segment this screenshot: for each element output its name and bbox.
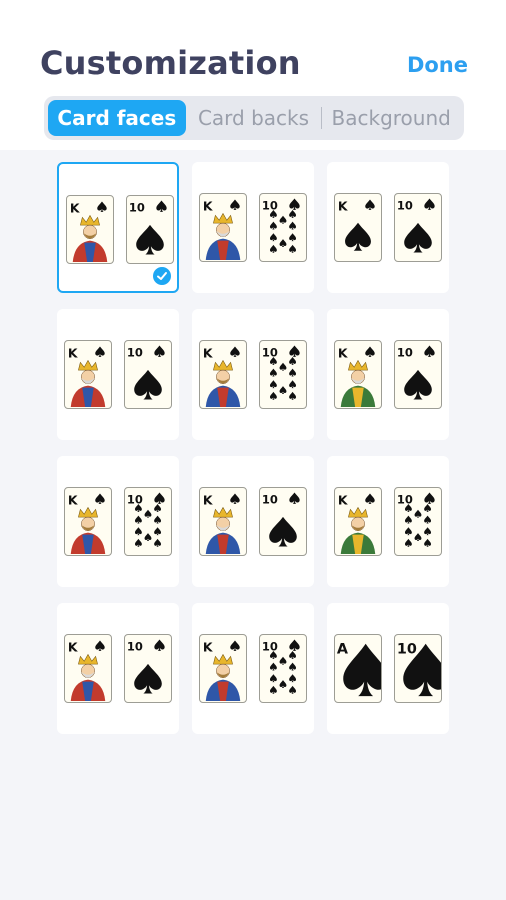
card-face-option[interactable]: K 10 [192,162,314,293]
svg-text:K: K [203,345,214,360]
card-face-option[interactable]: K 10 [57,456,179,587]
card-pair-preview: A 10 [334,634,442,704]
card-pair-preview: K 10 [199,634,307,704]
card-preview-k-of-spades: K [199,487,247,556]
svg-text:K: K [338,198,349,213]
card-preview-10-of-spades: 10 [259,193,307,262]
card-pair-preview: K 10 [199,193,307,263]
svg-text:10: 10 [397,492,413,506]
card-pair-preview: K 10 [64,340,172,410]
card-preview-k-of-spades: K [64,487,112,556]
card-face-option[interactable]: K 10 [327,309,449,440]
tab-bar: Card faces Card backs Background [44,96,464,140]
card-preview-10-of-spades: 10 [124,340,172,409]
card-preview-k-of-spades: K [199,193,247,262]
card-pair-preview: K 10 [199,487,307,557]
selected-check-icon [151,265,173,287]
svg-text:10: 10 [127,639,143,653]
card-face-option[interactable]: K 10 [192,309,314,440]
svg-text:K: K [203,492,214,507]
card-preview-k-of-spades: K [334,487,382,556]
svg-text:K: K [68,639,79,654]
card-pair-preview: K 10 [64,634,172,704]
card-preview-k-of-spades: K [199,634,247,703]
svg-text:10: 10 [127,492,143,506]
card-preview-10-of-spades: 10 [126,195,174,264]
card-preview-10-of-spades: 10 [394,487,442,556]
card-face-option[interactable]: K 10 [192,456,314,587]
card-preview-10-of-spades: 10 [259,340,307,409]
card-face-option[interactable]: K 10 [57,162,179,293]
svg-text:K: K [203,639,214,654]
tab-background[interactable]: Background [322,100,460,136]
card-preview-k-of-spades: K [66,195,114,264]
svg-text:10: 10 [262,639,278,653]
svg-text:10: 10 [397,345,413,359]
card-preview-10-of-spades: 10 [259,634,307,703]
svg-text:K: K [203,198,214,213]
card-face-grid: K 10 K 10 K 10 K 10 K 10 K 10 K 10 K 10 K 10 K 10 K 10 A 10 [57,162,450,734]
card-preview-10-of-spades: 10 [394,634,442,703]
tab-card-faces[interactable]: Card faces [48,100,186,136]
card-pair-preview: K 10 [66,195,174,265]
card-face-option[interactable]: K 10 [57,309,179,440]
svg-text:10: 10 [397,198,413,212]
card-preview-k-of-spades: K [334,193,382,262]
card-preview-k-of-spades: K [334,340,382,409]
card-preview-k-of-spades: K [199,340,247,409]
card-face-option[interactable]: K 10 [327,456,449,587]
card-face-option[interactable]: K 10 [192,603,314,734]
header: Customization Done Card faces Card backs… [0,0,506,150]
svg-text:K: K [338,492,349,507]
card-face-option[interactable]: K 10 [327,162,449,293]
card-pair-preview: K 10 [199,340,307,410]
svg-text:K: K [338,345,349,360]
card-pair-preview: K 10 [64,487,172,557]
card-preview-k-of-spades: K [64,634,112,703]
svg-text:10: 10 [262,198,278,212]
svg-text:K: K [68,492,79,507]
svg-text:K: K [68,345,79,360]
card-preview-k-of-spades: K [64,340,112,409]
svg-text:A: A [337,641,349,657]
card-face-option[interactable]: A 10 [327,603,449,734]
svg-text:10: 10 [262,492,278,506]
card-pair-preview: K 10 [334,340,442,410]
svg-text:10: 10 [262,345,278,359]
card-face-option[interactable]: K 10 [57,603,179,734]
svg-text:K: K [70,200,81,215]
svg-text:10: 10 [129,200,145,214]
card-pair-preview: K 10 [334,193,442,263]
done-button[interactable]: Done [407,53,468,77]
card-preview-10-of-spades: 10 [124,634,172,703]
card-preview-10-of-spades: 10 [394,193,442,262]
card-pair-preview: K 10 [334,487,442,557]
card-preview-10-of-spades: 10 [394,340,442,409]
svg-text:10: 10 [127,345,143,359]
card-preview-a-of-spades: A [334,634,382,703]
svg-text:10: 10 [397,641,417,657]
card-preview-10-of-spades: 10 [259,487,307,556]
page-title: Customization [40,44,301,82]
card-preview-10-of-spades: 10 [124,487,172,556]
tab-card-backs[interactable]: Card backs [186,100,322,136]
